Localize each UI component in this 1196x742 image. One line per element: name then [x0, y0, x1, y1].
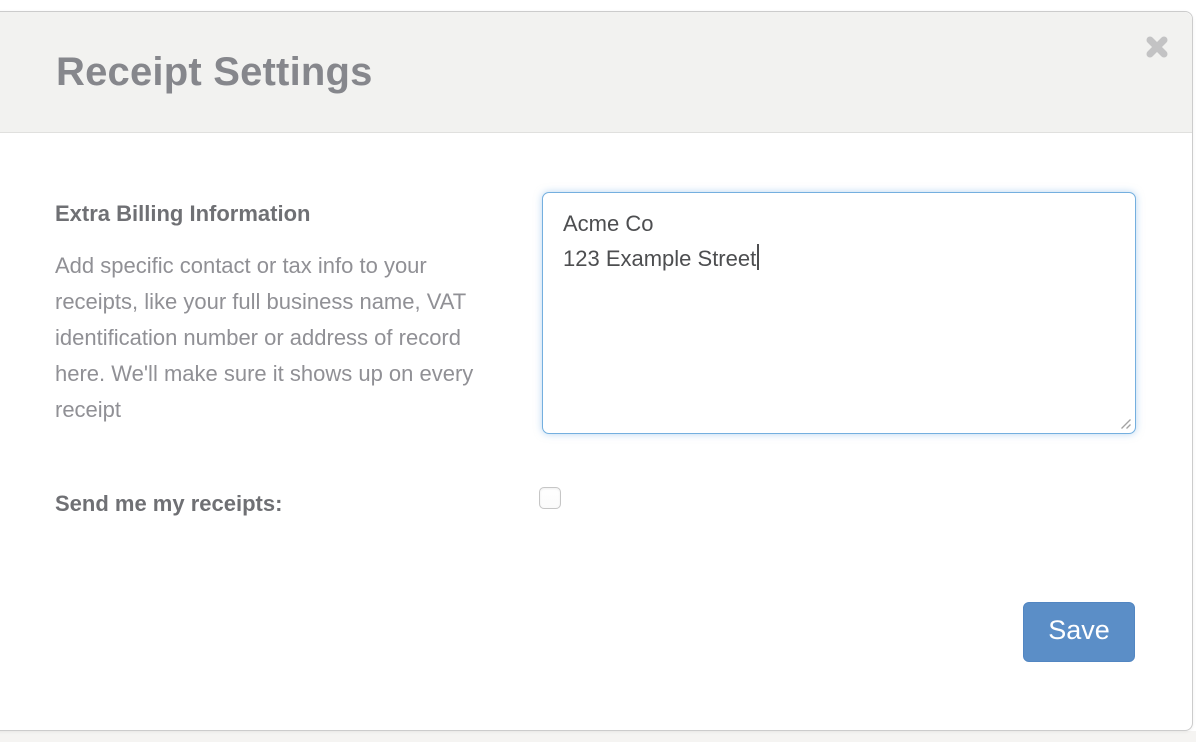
close-button[interactable]	[1142, 32, 1172, 62]
billing-info-text-column: Extra Billing Information Add specific c…	[55, 192, 542, 428]
receipts-checkbox[interactable]	[539, 487, 561, 509]
resize-handle-icon[interactable]	[1118, 416, 1132, 430]
extra-billing-textarea[interactable]: Acme Co 123 Example Street	[542, 192, 1136, 434]
billing-info-row: Extra Billing Information Add specific c…	[55, 192, 1135, 434]
receipt-settings-modal: Receipt Settings Extra Billing Informati…	[0, 11, 1193, 731]
billing-info-label: Extra Billing Information	[55, 201, 542, 227]
modal-body: Extra Billing Information Add specific c…	[0, 133, 1192, 731]
receipts-toggle-label: Send me my receipts:	[55, 491, 542, 517]
billing-info-description: Add specific contact or tax info to your…	[55, 248, 475, 428]
page-background-strip	[0, 731, 1196, 742]
textarea-line-2: 123 Example Street	[563, 241, 1115, 276]
close-icon	[1143, 33, 1171, 61]
modal-header: Receipt Settings	[0, 12, 1192, 133]
receipts-toggle-row: Send me my receipts:	[55, 487, 1135, 517]
text-caret	[757, 244, 759, 270]
textarea-line-2-text: 123 Example Street	[563, 246, 756, 271]
save-button[interactable]: Save	[1023, 602, 1135, 662]
textarea-line-1: Acme Co	[563, 206, 1115, 241]
modal-title: Receipt Settings	[56, 50, 373, 95]
receipts-toggle-cell	[542, 487, 1135, 514]
